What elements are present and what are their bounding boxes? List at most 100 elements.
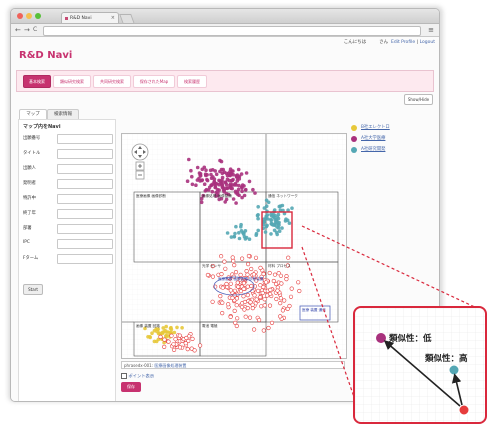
map-point[interactable] xyxy=(202,182,207,186)
map-point[interactable] xyxy=(270,222,274,227)
map-point[interactable] xyxy=(237,236,242,241)
map-point[interactable] xyxy=(258,295,263,300)
legend-label[interactable]: B社エレクトロ xyxy=(361,124,390,130)
map-point[interactable] xyxy=(183,341,188,346)
browser-menu-icon[interactable]: ≡ xyxy=(428,26,434,34)
map-pan-control[interactable] xyxy=(131,143,149,161)
map-point[interactable] xyxy=(223,266,228,271)
map-point[interactable] xyxy=(239,304,245,310)
map-point[interactable] xyxy=(249,283,254,289)
field-input[interactable] xyxy=(57,149,113,159)
map-point[interactable] xyxy=(268,287,273,292)
map-point[interactable] xyxy=(223,200,227,204)
map-point[interactable] xyxy=(171,342,176,347)
map-point[interactable] xyxy=(276,271,281,276)
checkbox-icon[interactable] xyxy=(121,373,127,379)
map-point[interactable] xyxy=(279,281,284,286)
map-point[interactable] xyxy=(290,206,294,210)
legend-item[interactable]: A社大学医療 xyxy=(349,134,419,145)
map-point[interactable] xyxy=(243,229,248,233)
map-point[interactable] xyxy=(185,179,190,183)
map-point[interactable] xyxy=(262,206,267,210)
map-point[interactable] xyxy=(230,255,235,260)
map-point[interactable] xyxy=(220,285,225,290)
map-point[interactable] xyxy=(265,293,270,298)
field-input[interactable] xyxy=(57,254,113,264)
map-point[interactable] xyxy=(217,188,221,192)
map-point[interactable] xyxy=(177,333,182,338)
map-point[interactable] xyxy=(169,333,174,338)
logout-link[interactable]: Logout xyxy=(420,40,435,45)
map-point[interactable] xyxy=(252,327,257,332)
patent-map[interactable]: 医療画像 画像診断 画像処理 画像認識 通信 ネットワーク 光学 センサ 材料 … xyxy=(121,133,347,359)
map-point[interactable] xyxy=(220,178,224,182)
map-point[interactable] xyxy=(286,255,291,260)
map-point[interactable] xyxy=(284,277,289,282)
map-point[interactable] xyxy=(278,204,283,208)
map-point[interactable] xyxy=(264,280,269,285)
legend-item[interactable]: A社研究開発 xyxy=(349,145,419,156)
reload-icon[interactable]: C xyxy=(33,25,37,35)
map-point[interactable] xyxy=(166,339,171,344)
map-point[interactable] xyxy=(267,270,272,276)
map-point[interactable] xyxy=(242,193,247,198)
map-point[interactable] xyxy=(232,293,237,298)
map-point[interactable] xyxy=(234,303,239,308)
field-input[interactable] xyxy=(57,134,113,144)
map-point[interactable] xyxy=(210,299,215,304)
field-input[interactable] xyxy=(57,239,113,249)
map-point[interactable] xyxy=(185,347,190,352)
map-point[interactable] xyxy=(285,218,290,223)
map-point[interactable] xyxy=(224,281,229,287)
map-point[interactable] xyxy=(234,201,238,205)
map-point[interactable] xyxy=(254,297,259,302)
map-point[interactable] xyxy=(229,235,234,239)
field-input[interactable] xyxy=(57,179,113,189)
map-point[interactable] xyxy=(261,328,266,333)
map-point[interactable] xyxy=(217,197,221,202)
map-point[interactable] xyxy=(278,296,283,301)
map-point[interactable] xyxy=(246,253,251,259)
map-point[interactable] xyxy=(248,300,253,305)
legend-item[interactable]: B社エレクトロ xyxy=(349,123,419,134)
map-point[interactable] xyxy=(163,328,167,333)
close-window-icon[interactable] xyxy=(17,13,23,19)
back-arrow-icon[interactable]: ← xyxy=(15,25,21,35)
map-point[interactable] xyxy=(162,344,167,349)
map-point[interactable] xyxy=(275,288,280,293)
map-point[interactable] xyxy=(275,219,279,223)
map-point[interactable] xyxy=(278,314,283,319)
map-point[interactable] xyxy=(225,231,230,235)
field-input[interactable] xyxy=(57,224,113,234)
map-point[interactable] xyxy=(192,348,197,353)
map-point[interactable] xyxy=(218,254,224,259)
minimize-window-icon[interactable] xyxy=(26,13,32,19)
address-bar[interactable] xyxy=(43,26,421,36)
map-point[interactable] xyxy=(256,216,260,221)
map-point[interactable] xyxy=(173,337,178,342)
map-point[interactable] xyxy=(257,317,262,323)
map-point[interactable] xyxy=(224,171,229,176)
map-point[interactable] xyxy=(208,168,213,173)
map-point[interactable] xyxy=(148,335,152,340)
map-point[interactable] xyxy=(180,326,184,330)
map-point[interactable] xyxy=(236,187,241,192)
map-point[interactable] xyxy=(213,185,217,190)
map-point[interactable] xyxy=(252,293,257,298)
map-point[interactable] xyxy=(235,316,240,321)
map-point[interactable] xyxy=(228,314,233,319)
map-point[interactable] xyxy=(274,281,279,287)
map-point[interactable] xyxy=(195,178,200,182)
map-point[interactable] xyxy=(241,294,246,299)
nav-basic-search[interactable]: 基本検索 xyxy=(23,75,51,88)
map-point[interactable] xyxy=(266,325,271,331)
nav-similar-research[interactable]: 類似研究検索 xyxy=(53,75,91,88)
map-point[interactable] xyxy=(278,301,283,306)
map-point[interactable] xyxy=(276,212,281,217)
map-point[interactable] xyxy=(197,171,202,175)
map-point[interactable] xyxy=(234,224,238,229)
map-point[interactable] xyxy=(245,293,250,298)
map-point[interactable] xyxy=(220,311,225,316)
map-point[interactable] xyxy=(256,205,260,209)
map-point[interactable] xyxy=(274,296,279,302)
